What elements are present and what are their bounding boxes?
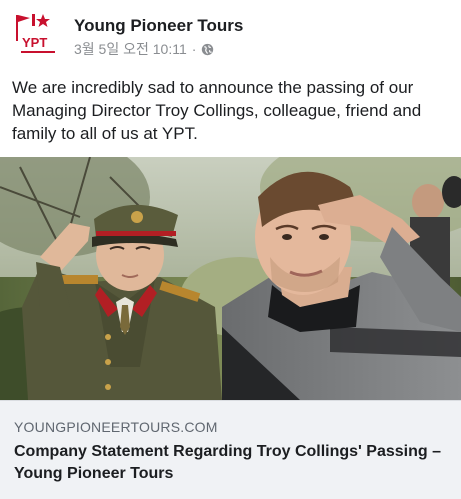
svg-text:YPT: YPT — [22, 35, 47, 50]
post-meta: 3월 5일 오전 10:11 · — [74, 39, 214, 59]
ypt-logo-icon: YPT — [12, 12, 62, 58]
photo-image — [0, 157, 461, 400]
post-header: YPT Young Pioneer Tours 3월 5일 오전 10:11 · — [0, 0, 461, 68]
post-text: We are incredibly sad to announce the pa… — [12, 78, 422, 143]
link-preview-card[interactable]: YOUNGPIONEERTOURS.COM Company Statement … — [0, 400, 461, 499]
page-name-link[interactable]: Young Pioneer Tours — [74, 16, 243, 36]
globe-icon[interactable] — [201, 43, 214, 56]
page-avatar[interactable]: YPT — [12, 12, 62, 58]
post-photo[interactable] — [0, 157, 461, 400]
meta-separator: · — [191, 41, 197, 57]
link-title[interactable]: Company Statement Regarding Troy Colling… — [14, 441, 444, 485]
post-timestamp[interactable]: 3월 5일 오전 10:11 — [74, 39, 187, 59]
link-domain: YOUNGPIONEERTOURS.COM — [14, 419, 218, 435]
